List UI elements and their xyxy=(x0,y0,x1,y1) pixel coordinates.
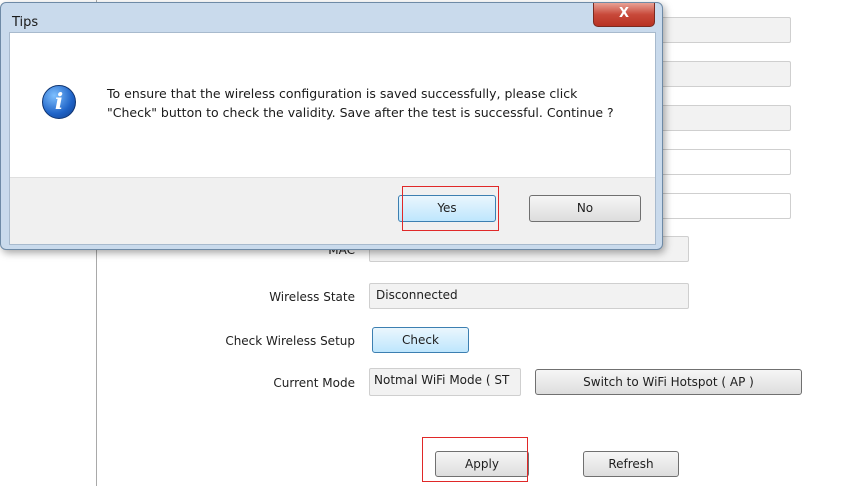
config-field-3[interactable] xyxy=(645,105,791,131)
check-setup-label: Check Wireless Setup xyxy=(225,334,355,348)
info-icon: i xyxy=(42,85,76,119)
config-field-1[interactable] xyxy=(645,17,791,43)
dialog-button-bar: Yes No xyxy=(10,177,655,244)
tips-dialog: Tips X Yes No i To ensure that the wirel… xyxy=(0,2,663,250)
check-button[interactable]: Check xyxy=(372,327,469,353)
wireless-state-label: Wireless State xyxy=(269,290,355,304)
current-mode-value: Notmal WiFi Mode ( ST xyxy=(374,373,510,387)
wireless-state-field: Disconnected xyxy=(369,283,689,309)
refresh-button[interactable]: Refresh xyxy=(583,451,679,477)
yes-button[interactable]: Yes xyxy=(398,195,496,222)
dialog-message: To ensure that the wireless configuratio… xyxy=(107,86,614,120)
switch-hotspot-button[interactable]: Switch to WiFi Hotspot ( AP ) xyxy=(535,369,802,395)
dialog-body: Yes No xyxy=(9,32,656,245)
apply-button[interactable]: Apply xyxy=(435,451,529,477)
config-field-2[interactable] xyxy=(645,61,791,87)
config-field-5[interactable] xyxy=(645,193,791,219)
wireless-state-value: Disconnected xyxy=(376,288,458,302)
close-icon: X xyxy=(618,6,630,21)
dialog-title: Tips xyxy=(12,15,39,30)
current-mode-field: Notmal WiFi Mode ( ST xyxy=(369,368,521,396)
current-mode-label: Current Mode xyxy=(273,376,355,390)
config-field-4[interactable] xyxy=(645,149,791,175)
no-button[interactable]: No xyxy=(529,195,641,222)
close-button[interactable]: X xyxy=(593,3,655,27)
